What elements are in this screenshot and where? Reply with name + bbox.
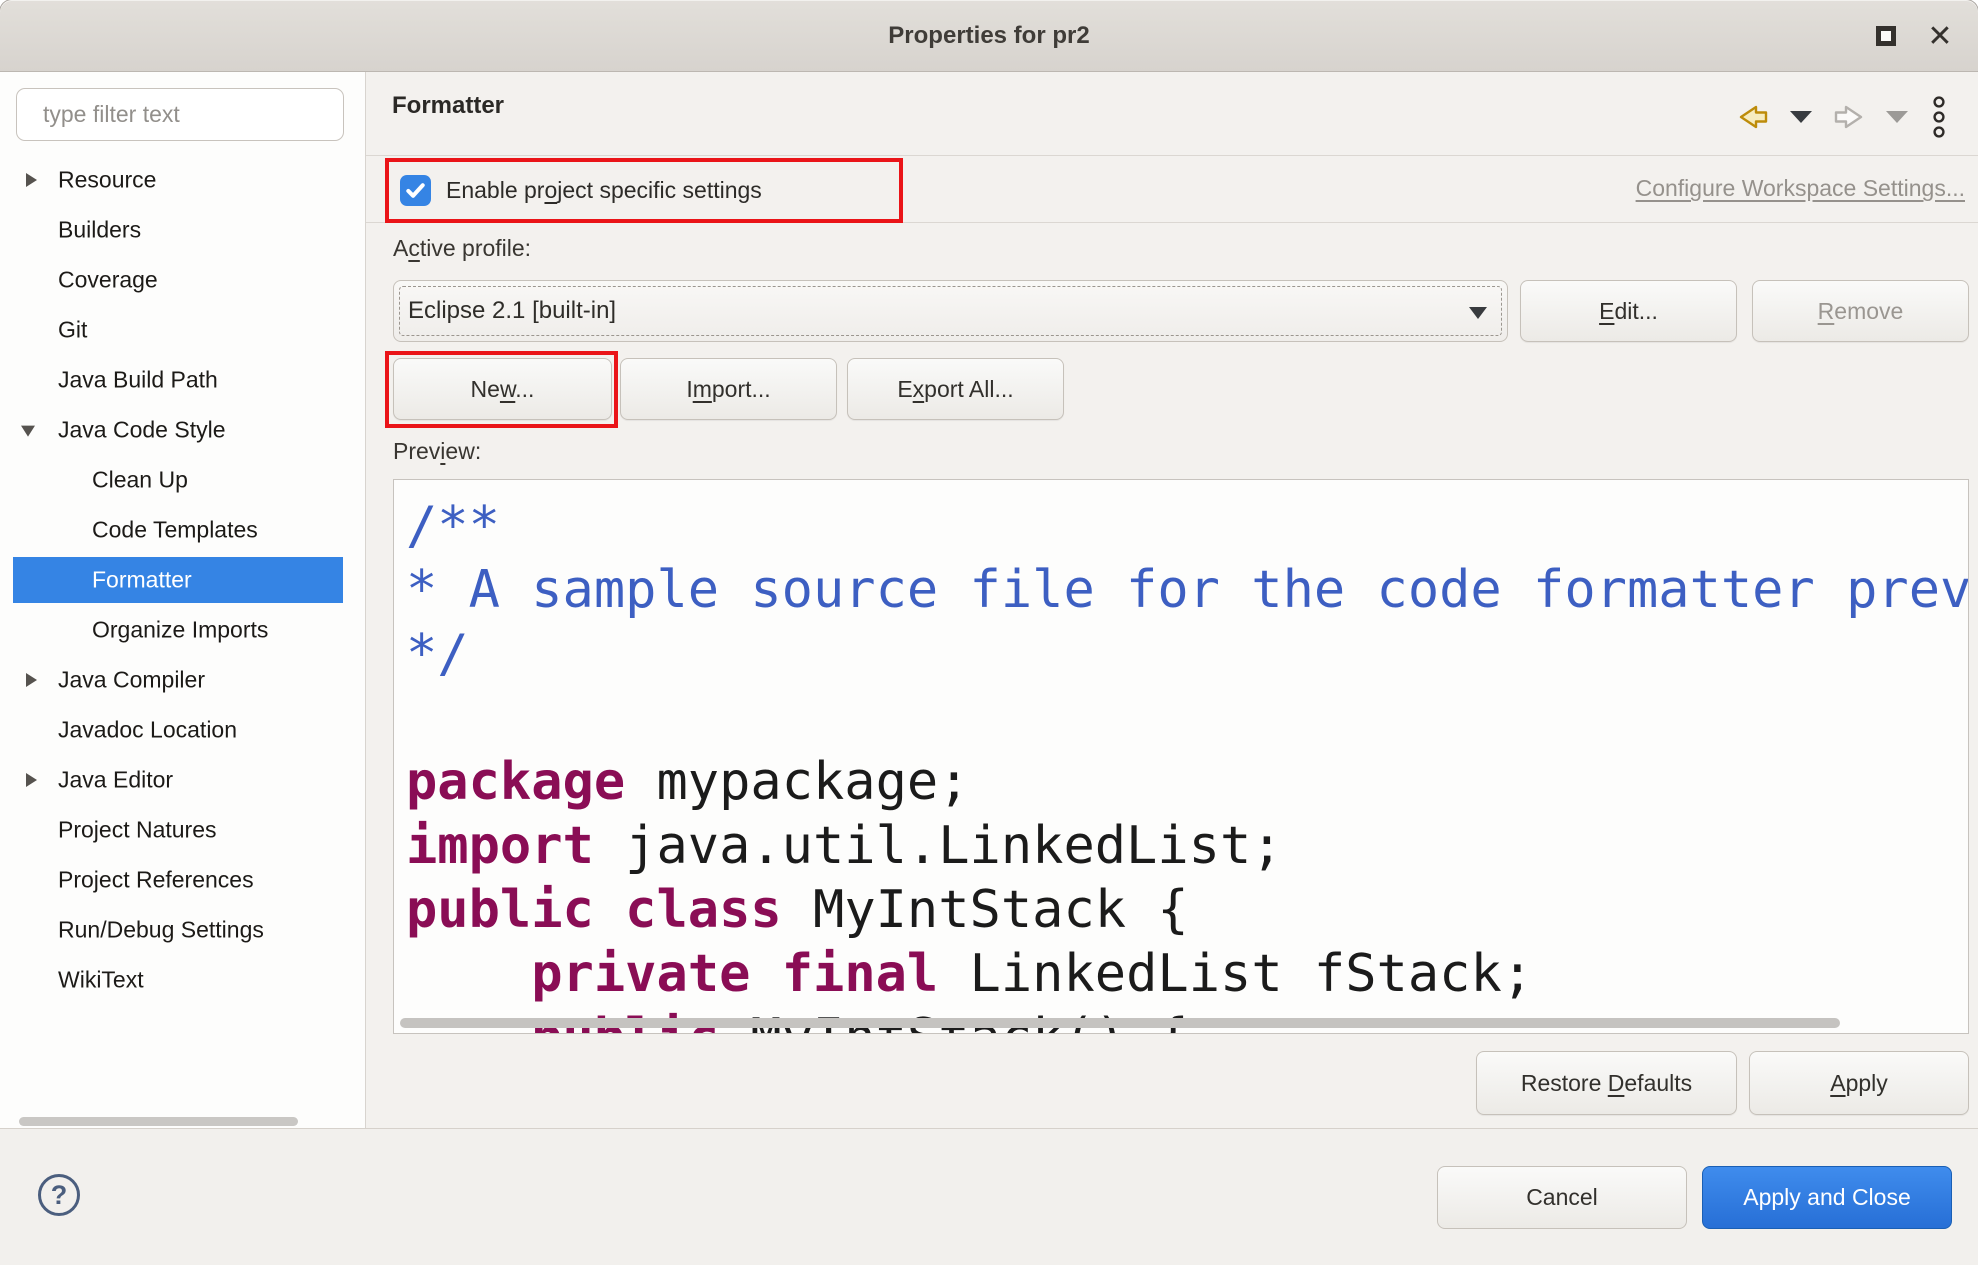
tree-item-label: Javadoc Location bbox=[58, 717, 237, 744]
tree-item-label: Resource bbox=[58, 167, 156, 194]
code-line: public class MyIntStack { bbox=[406, 878, 1968, 942]
cancel-button[interactable]: Cancel bbox=[1437, 1166, 1687, 1229]
sidebar-item-wikitext[interactable]: WikiText bbox=[0, 955, 364, 1005]
dialog-button-bar: ? Cancel Apply and Close bbox=[0, 1128, 1978, 1265]
tree-item-label: Formatter bbox=[92, 567, 192, 594]
forward-arrow-icon[interactable] bbox=[1834, 104, 1864, 130]
tree-item-label: Java Build Path bbox=[58, 367, 218, 394]
forward-history-dropdown-icon[interactable] bbox=[1885, 110, 1909, 124]
code-line bbox=[406, 686, 1968, 750]
tree-item-label: Code Templates bbox=[92, 517, 258, 544]
back-history-dropdown-icon[interactable] bbox=[1789, 110, 1813, 124]
code-line: */ bbox=[406, 622, 1968, 686]
configure-workspace-settings-link[interactable]: Configure Workspace Settings... bbox=[1636, 175, 1965, 202]
tree-item-label: Git bbox=[58, 317, 87, 344]
view-menu-icon[interactable] bbox=[1930, 96, 1948, 138]
preferences-sidebar: Resource Builders Coverage Git Java Build Pa… bbox=[0, 72, 366, 1128]
close-button[interactable]: ✕ bbox=[1918, 0, 1962, 72]
checkmark-icon bbox=[404, 179, 427, 202]
sidebar-item-resource[interactable]: Resource bbox=[0, 155, 364, 205]
preferences-tree: Resource Builders Coverage Git Java Build Pa… bbox=[0, 155, 364, 1005]
code-line: private final LinkedList fStack; bbox=[406, 942, 1968, 1006]
sidebar-item-project-references[interactable]: Project References bbox=[0, 855, 364, 905]
sidebar-item-coverage[interactable]: Coverage bbox=[0, 255, 364, 305]
annotation-box-new-button bbox=[385, 351, 618, 428]
tree-item-label: Organize Imports bbox=[92, 617, 268, 644]
code-line: /** bbox=[406, 494, 1968, 558]
tree-item-label: Project References bbox=[58, 867, 254, 894]
tree-item-label: Java Compiler bbox=[58, 667, 205, 694]
sidebar-item-builders[interactable]: Builders bbox=[0, 205, 364, 255]
maximize-icon bbox=[1876, 26, 1896, 46]
sidebar-item-code-templates[interactable]: Code Templates bbox=[0, 505, 364, 555]
code-line: import java.util.LinkedList; bbox=[406, 814, 1968, 878]
sidebar-item-organize-imports[interactable]: Organize Imports bbox=[0, 605, 364, 655]
enable-project-settings-checkbox[interactable] bbox=[400, 175, 431, 206]
tree-item-label: Clean Up bbox=[92, 467, 188, 494]
sidebar-item-formatter[interactable]: Formatter bbox=[0, 555, 364, 605]
apply-button[interactable]: Apply bbox=[1749, 1051, 1969, 1115]
code-preview-panel: /*** A sample source file for the code f… bbox=[393, 479, 1969, 1034]
back-arrow-icon[interactable] bbox=[1738, 104, 1768, 130]
sidebar-item-git[interactable]: Git bbox=[0, 305, 364, 355]
edit-button[interactable]: Edit... bbox=[1520, 280, 1737, 342]
tree-item-label: Java Editor bbox=[58, 767, 173, 794]
active-profile-select[interactable]: Eclipse 2.1 [built-in] bbox=[393, 280, 1508, 342]
chevron-down-icon[interactable] bbox=[21, 426, 35, 437]
annotation-box-enable-settings: Enable project specific settings bbox=[385, 158, 903, 223]
code-line: package mypackage; bbox=[406, 750, 1968, 814]
preview-horizontal-scrollbar[interactable] bbox=[400, 1018, 1840, 1028]
formatter-page: Formatter bbox=[366, 72, 1978, 1128]
sidebar-item-java-compiler[interactable]: Java Compiler bbox=[0, 655, 364, 705]
import-button[interactable]: Import... bbox=[620, 358, 837, 420]
page-navigation bbox=[1738, 96, 1948, 138]
restore-defaults-button[interactable]: Restore Defaults bbox=[1476, 1051, 1737, 1115]
tree-item-label: Java Code Style bbox=[58, 417, 225, 444]
chevron-right-icon[interactable] bbox=[26, 173, 37, 187]
filter-input[interactable] bbox=[16, 88, 344, 141]
preview-label: Preview: bbox=[393, 438, 481, 465]
code-line: * A sample source file for the code form… bbox=[406, 558, 1968, 622]
sidebar-item-run-debug-settings[interactable]: Run/Debug Settings bbox=[0, 905, 364, 955]
chevron-right-icon[interactable] bbox=[26, 773, 37, 787]
tree-item-label: Run/Debug Settings bbox=[58, 917, 264, 944]
sidebar-item-javadoc-location[interactable]: Javadoc Location bbox=[0, 705, 364, 755]
remove-button[interactable]: Remove bbox=[1752, 280, 1969, 342]
tree-item-label: Builders bbox=[58, 217, 141, 244]
code-preview-text: /*** A sample source file for the code f… bbox=[394, 480, 1968, 1034]
tree-item-label: Project Natures bbox=[58, 817, 217, 844]
enable-project-settings-label: Enable project specific settings bbox=[446, 177, 762, 204]
header-separator bbox=[366, 155, 1978, 156]
maximize-button[interactable] bbox=[1864, 0, 1908, 72]
active-profile-label: Active profile: bbox=[393, 235, 531, 262]
sidebar-horizontal-scrollbar[interactable] bbox=[19, 1117, 298, 1126]
sidebar-item-clean-up[interactable]: Clean Up bbox=[0, 455, 364, 505]
chevron-right-icon[interactable] bbox=[26, 673, 37, 687]
export-all-button[interactable]: Export All... bbox=[847, 358, 1064, 420]
sidebar-item-java-editor[interactable]: Java Editor bbox=[0, 755, 364, 805]
tree-item-label: Coverage bbox=[58, 267, 158, 294]
page-title: Formatter bbox=[392, 92, 504, 120]
sidebar-item-java-code-style[interactable]: Java Code Style bbox=[0, 405, 364, 455]
help-button[interactable]: ? bbox=[38, 1174, 80, 1216]
combo-caret-icon bbox=[1469, 307, 1487, 319]
sidebar-item-java-build-path[interactable]: Java Build Path bbox=[0, 355, 364, 405]
tree-item-label: WikiText bbox=[58, 967, 144, 994]
title-bar: Properties for pr2 ✕ bbox=[0, 0, 1978, 72]
apply-and-close-button[interactable]: Apply and Close bbox=[1702, 1166, 1952, 1229]
question-mark-icon: ? bbox=[51, 1180, 68, 1211]
sidebar-item-project-natures[interactable]: Project Natures bbox=[0, 805, 364, 855]
window-title: Properties for pr2 bbox=[0, 0, 1978, 72]
active-profile-value: Eclipse 2.1 [built-in] bbox=[408, 297, 616, 324]
properties-dialog: Properties for pr2 ✕ Resource Builders Cov… bbox=[0, 0, 1978, 1265]
